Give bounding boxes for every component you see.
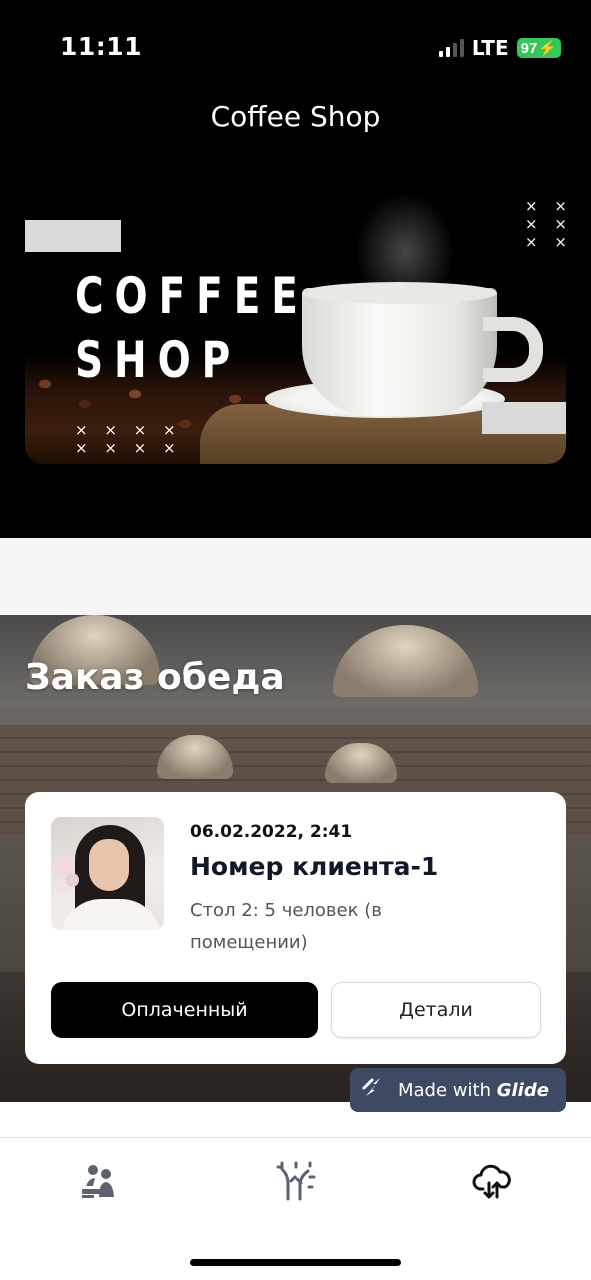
table-info: Стол 2: 5 человек (в помещении)	[190, 900, 382, 953]
avatar	[51, 817, 164, 930]
made-with-glide-badge[interactable]: Made with Glide	[350, 1068, 566, 1112]
status-bar: 11:11 LTE 97 ⚡	[0, 0, 591, 96]
network-type: LTE	[471, 36, 509, 60]
tab-orders[interactable]	[0, 1138, 197, 1238]
x-pattern-icon: × × × × × ×	[525, 197, 566, 251]
order-date: 06.02.2022, 2:41	[190, 822, 353, 842]
tab-bar	[0, 1138, 591, 1238]
order-card[interactable]: 06.02.2022, 2:41 Номер клиента-1 Стол 2:…	[25, 792, 566, 1064]
badge-brand: Glide	[496, 1079, 549, 1101]
banner-line-2: SHOP	[75, 331, 242, 389]
badge-made-with: Made with	[398, 1079, 491, 1101]
banner-logo-text: COFFEE SHOP	[75, 264, 309, 392]
section-title: Заказ обеда	[25, 657, 285, 698]
x-pattern-icon: × × × × × × × ×	[75, 421, 182, 457]
tree-sun-icon	[274, 1159, 318, 1208]
paid-button[interactable]: Оплаченный	[51, 982, 318, 1038]
battery-icon: 97 ⚡	[516, 38, 561, 58]
cup-handle	[483, 317, 543, 382]
tab-nature[interactable]	[197, 1138, 394, 1238]
home-indicator[interactable]	[190, 1259, 401, 1266]
glide-logo-icon	[360, 1074, 388, 1107]
decor-rect	[25, 220, 121, 252]
banner-line-1: COFFEE	[75, 267, 309, 325]
steam	[355, 192, 455, 292]
status-indicators: LTE 97 ⚡	[438, 36, 561, 60]
coffee-cup	[302, 288, 497, 416]
people-desk-icon	[77, 1159, 121, 1208]
tab-sync[interactable]	[394, 1138, 591, 1238]
spacer	[0, 538, 591, 616]
signal-icon	[438, 39, 464, 57]
page-title: Coffee Shop	[210, 100, 381, 133]
client-name: Номер клиента-1	[190, 852, 439, 881]
battery-level: 97	[520, 39, 538, 57]
coffee-cup-rim	[302, 282, 497, 304]
details-button[interactable]: Детали	[331, 982, 541, 1038]
cloud-sync-icon	[471, 1159, 515, 1208]
decor-rect	[482, 402, 566, 434]
hero-banner[interactable]: COFFEE SHOP × × × × × × × × × × × × × ×	[25, 192, 566, 464]
status-time: 11:11	[60, 32, 143, 61]
